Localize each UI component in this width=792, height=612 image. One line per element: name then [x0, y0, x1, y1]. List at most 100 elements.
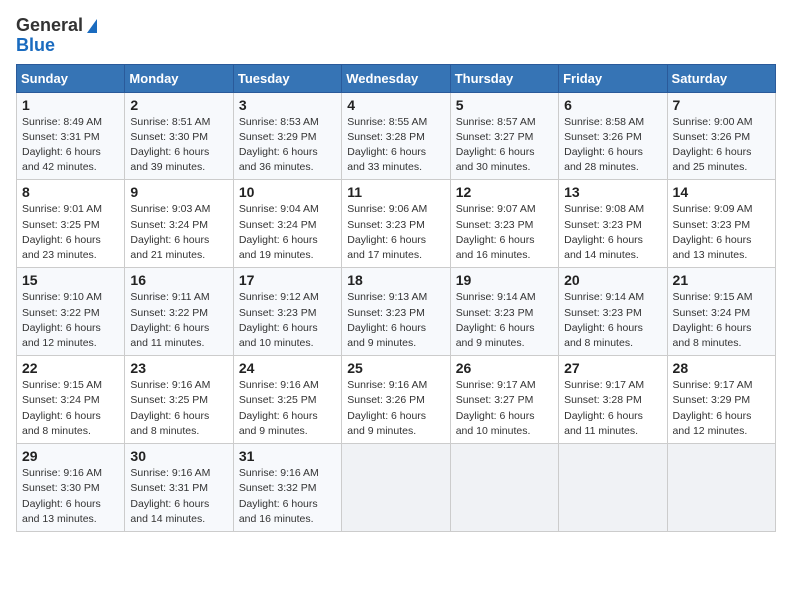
- day-cell: 28 Sunrise: 9:17 AMSunset: 3:29 PMDayligh…: [667, 356, 775, 444]
- day-info: Sunrise: 9:08 AMSunset: 3:23 PMDaylight:…: [564, 202, 661, 263]
- day-info: Sunrise: 8:57 AMSunset: 3:27 PMDaylight:…: [456, 115, 553, 176]
- day-info: Sunrise: 9:17 AMSunset: 3:27 PMDaylight:…: [456, 378, 553, 439]
- day-number: 2: [130, 97, 227, 113]
- day-number: 23: [130, 360, 227, 376]
- day-number: 12: [456, 184, 553, 200]
- day-info: Sunrise: 9:15 AMSunset: 3:24 PMDaylight:…: [673, 290, 770, 351]
- day-number: 9: [130, 184, 227, 200]
- day-cell: 31Sunrise: 9:16 AMSunset: 3:32 PMDayligh…: [233, 444, 341, 532]
- day-number: 21: [673, 272, 770, 288]
- day-cell: 21 Sunrise: 9:15 AMSunset: 3:24 PMDayligh…: [667, 268, 775, 356]
- day-cell: 7 Sunrise: 9:00 AMSunset: 3:26 PMDaylight…: [667, 92, 775, 180]
- day-cell: 9 Sunrise: 9:03 AMSunset: 3:24 PMDaylight…: [125, 180, 233, 268]
- day-cell: [342, 444, 450, 532]
- day-info: Sunrise: 9:16 AMSunset: 3:26 PMDaylight:…: [347, 378, 444, 439]
- day-cell: [559, 444, 667, 532]
- day-number: 27: [564, 360, 661, 376]
- day-info: Sunrise: 9:17 AMSunset: 3:29 PMDaylight:…: [673, 378, 770, 439]
- day-cell: 8 Sunrise: 9:01 AMSunset: 3:25 PMDaylight…: [17, 180, 125, 268]
- day-number: 17: [239, 272, 336, 288]
- day-info: Sunrise: 8:58 AMSunset: 3:26 PMDaylight:…: [564, 115, 661, 176]
- day-cell: 29Sunrise: 9:16 AMSunset: 3:30 PMDayligh…: [17, 444, 125, 532]
- day-cell: 10 Sunrise: 9:04 AMSunset: 3:24 PMDayligh…: [233, 180, 341, 268]
- header-cell-monday: Monday: [125, 64, 233, 92]
- day-number: 20: [564, 272, 661, 288]
- logo-general: General: [16, 16, 97, 36]
- day-number: 19: [456, 272, 553, 288]
- week-row-2: 8 Sunrise: 9:01 AMSunset: 3:25 PMDaylight…: [17, 180, 776, 268]
- day-cell: 1Sunrise: 8:49 AMSunset: 3:31 PMDaylight…: [17, 92, 125, 180]
- day-cell: 5 Sunrise: 8:57 AMSunset: 3:27 PMDaylight…: [450, 92, 558, 180]
- day-info: Sunrise: 9:14 AMSunset: 3:23 PMDaylight:…: [564, 290, 661, 351]
- logo-icon: [87, 19, 97, 33]
- day-number: 13: [564, 184, 661, 200]
- header-cell-tuesday: Tuesday: [233, 64, 341, 92]
- day-number: 18: [347, 272, 444, 288]
- day-number: 5: [456, 97, 553, 113]
- header: General Blue: [16, 16, 776, 56]
- day-cell: 23 Sunrise: 9:16 AMSunset: 3:25 PMDayligh…: [125, 356, 233, 444]
- day-cell: 30 Sunrise: 9:16 AMSunset: 3:31 PMDayligh…: [125, 444, 233, 532]
- day-info: Sunrise: 8:55 AMSunset: 3:28 PMDaylight:…: [347, 115, 444, 176]
- day-number: 15: [22, 272, 119, 288]
- day-cell: 15 Sunrise: 9:10 AMSunset: 3:22 PMDayligh…: [17, 268, 125, 356]
- week-row-4: 22 Sunrise: 9:15 AMSunset: 3:24 PMDayligh…: [17, 356, 776, 444]
- day-number: 14: [673, 184, 770, 200]
- day-cell: 27 Sunrise: 9:17 AMSunset: 3:28 PMDayligh…: [559, 356, 667, 444]
- day-cell: 25 Sunrise: 9:16 AMSunset: 3:26 PMDayligh…: [342, 356, 450, 444]
- header-cell-friday: Friday: [559, 64, 667, 92]
- day-cell: 22 Sunrise: 9:15 AMSunset: 3:24 PMDayligh…: [17, 356, 125, 444]
- calendar-body: 1Sunrise: 8:49 AMSunset: 3:31 PMDaylight…: [17, 92, 776, 531]
- day-number: 22: [22, 360, 119, 376]
- day-info: Sunrise: 9:15 AMSunset: 3:24 PMDaylight:…: [22, 378, 119, 439]
- day-number: 3: [239, 97, 336, 113]
- day-cell: 2Sunrise: 8:51 AMSunset: 3:30 PMDaylight…: [125, 92, 233, 180]
- day-info: Sunrise: 9:10 AMSunset: 3:22 PMDaylight:…: [22, 290, 119, 351]
- day-info: Sunrise: 9:14 AMSunset: 3:23 PMDaylight:…: [456, 290, 553, 351]
- day-info: Sunrise: 9:09 AMSunset: 3:23 PMDaylight:…: [673, 202, 770, 263]
- day-cell: 20 Sunrise: 9:14 AMSunset: 3:23 PMDayligh…: [559, 268, 667, 356]
- day-info: Sunrise: 9:16 AMSunset: 3:25 PMDaylight:…: [130, 378, 227, 439]
- week-row-5: 29Sunrise: 9:16 AMSunset: 3:30 PMDayligh…: [17, 444, 776, 532]
- day-info: Sunrise: 9:00 AMSunset: 3:26 PMDaylight:…: [673, 115, 770, 176]
- header-cell-wednesday: Wednesday: [342, 64, 450, 92]
- day-info: Sunrise: 9:13 AMSunset: 3:23 PMDaylight:…: [347, 290, 444, 351]
- day-number: 8: [22, 184, 119, 200]
- day-number: 7: [673, 97, 770, 113]
- logo-blue: Blue: [16, 36, 97, 56]
- day-number: 31: [239, 448, 336, 464]
- week-row-3: 15 Sunrise: 9:10 AMSunset: 3:22 PMDayligh…: [17, 268, 776, 356]
- day-cell: 6Sunrise: 8:58 AMSunset: 3:26 PMDaylight…: [559, 92, 667, 180]
- calendar-table: SundayMondayTuesdayWednesdayThursdayFrid…: [16, 64, 776, 532]
- day-number: 25: [347, 360, 444, 376]
- day-info: Sunrise: 9:04 AMSunset: 3:24 PMDaylight:…: [239, 202, 336, 263]
- day-cell: 24Sunrise: 9:16 AMSunset: 3:25 PMDayligh…: [233, 356, 341, 444]
- day-number: 28: [673, 360, 770, 376]
- day-cell: 13 Sunrise: 9:08 AMSunset: 3:23 PMDayligh…: [559, 180, 667, 268]
- day-cell: 18 Sunrise: 9:13 AMSunset: 3:23 PMDayligh…: [342, 268, 450, 356]
- day-number: 11: [347, 184, 444, 200]
- day-cell: 19 Sunrise: 9:14 AMSunset: 3:23 PMDayligh…: [450, 268, 558, 356]
- calendar-header: SundayMondayTuesdayWednesdayThursdayFrid…: [17, 64, 776, 92]
- day-info: Sunrise: 9:16 AMSunset: 3:31 PMDaylight:…: [130, 466, 227, 527]
- day-cell: 17Sunrise: 9:12 AMSunset: 3:23 PMDayligh…: [233, 268, 341, 356]
- day-number: 26: [456, 360, 553, 376]
- day-info: Sunrise: 9:01 AMSunset: 3:25 PMDaylight:…: [22, 202, 119, 263]
- day-info: Sunrise: 9:07 AMSunset: 3:23 PMDaylight:…: [456, 202, 553, 263]
- header-cell-saturday: Saturday: [667, 64, 775, 92]
- header-cell-thursday: Thursday: [450, 64, 558, 92]
- day-info: Sunrise: 9:03 AMSunset: 3:24 PMDaylight:…: [130, 202, 227, 263]
- day-info: Sunrise: 9:17 AMSunset: 3:28 PMDaylight:…: [564, 378, 661, 439]
- header-row: SundayMondayTuesdayWednesdayThursdayFrid…: [17, 64, 776, 92]
- day-cell: 11Sunrise: 9:06 AMSunset: 3:23 PMDayligh…: [342, 180, 450, 268]
- day-number: 30: [130, 448, 227, 464]
- day-number: 29: [22, 448, 119, 464]
- day-number: 10: [239, 184, 336, 200]
- day-cell: 14 Sunrise: 9:09 AMSunset: 3:23 PMDayligh…: [667, 180, 775, 268]
- day-number: 1: [22, 97, 119, 113]
- day-cell: [667, 444, 775, 532]
- day-cell: 4Sunrise: 8:55 AMSunset: 3:28 PMDaylight…: [342, 92, 450, 180]
- day-number: 24: [239, 360, 336, 376]
- day-number: 16: [130, 272, 227, 288]
- week-row-1: 1Sunrise: 8:49 AMSunset: 3:31 PMDaylight…: [17, 92, 776, 180]
